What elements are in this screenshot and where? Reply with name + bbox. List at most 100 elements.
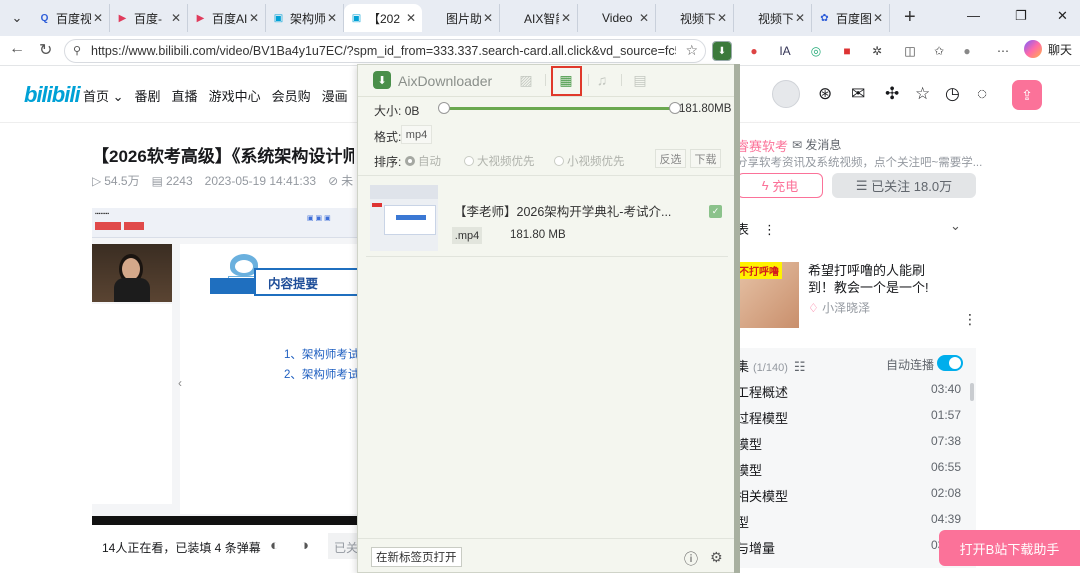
episode-row[interactable]: 与增量03:40 — [736, 538, 961, 557]
tab-close-icon[interactable]: ✕ — [171, 11, 181, 25]
tab-close-icon[interactable]: ✕ — [639, 11, 649, 25]
browser-tab[interactable]: ▣ 【202 ✕ — [344, 4, 422, 32]
size-min-handle[interactable] — [438, 102, 450, 114]
close-window-icon[interactable]: ✕ — [1057, 8, 1068, 24]
favorite-star-icon[interactable]: ☆ — [915, 84, 930, 104]
aixdownloader-extension-icon[interactable]: ⬇ — [712, 41, 732, 61]
tab-close-icon[interactable]: ✕ — [717, 11, 727, 25]
nav-item[interactable]: 会员购 — [272, 86, 311, 105]
media-checkbox[interactable]: ✓ — [709, 205, 722, 218]
image-tab-icon[interactable]: ▨ — [516, 71, 536, 89]
message-mail-icon[interactable]: ✉ — [851, 84, 865, 104]
section-more-icon[interactable]: ⋮ — [763, 222, 776, 237]
favorites-icon[interactable]: ✩ — [930, 42, 948, 60]
browser-tab[interactable]: ▶ 百度AI ✕ — [188, 4, 266, 32]
translate-extension-icon[interactable]: ◎ — [807, 42, 825, 60]
more-menu-icon[interactable]: ⋯ — [994, 42, 1012, 60]
episode-row[interactable]: 模型 06:55 — [736, 460, 961, 479]
browser-tab[interactable]: 图片助 ✕ — [422, 4, 500, 32]
bookmark-star-icon[interactable]: ☆ — [685, 42, 698, 59]
tab-close-icon[interactable]: ✕ — [249, 11, 259, 25]
user-avatar[interactable] — [772, 80, 800, 108]
tab-close-icon[interactable]: ✕ — [93, 11, 103, 25]
episode-row[interactable]: 相关模型 02:08 — [736, 486, 961, 505]
browser-tab[interactable]: ▣ 架构师 ✕ — [266, 4, 344, 32]
tab-close-icon[interactable]: ✕ — [795, 11, 805, 25]
tab-close-icon[interactable]: ✕ — [327, 11, 337, 25]
episode-row[interactable]: 工程概述 03:40 — [736, 382, 961, 401]
copilot-chat-button[interactable]: 聊天 — [1024, 40, 1072, 58]
back-arrow-icon[interactable]: ← — [9, 40, 25, 58]
size-range-slider[interactable] — [443, 107, 675, 110]
refresh-icon[interactable]: ↻ — [39, 40, 52, 60]
nav-item[interactable]: 漫画 — [322, 86, 348, 105]
episode-row[interactable]: 模型 07:38 — [736, 434, 961, 453]
nav-item[interactable]: 游戏中心 — [209, 86, 261, 105]
video-player[interactable]: ▪▪▪▪▪▪▪▪ ▣ ▣ ▣ 内容提要 1、架构师考试 2、架构师考试 ‹ — [92, 208, 362, 525]
nav-item[interactable]: 首页 ⌄ — [83, 86, 124, 105]
followed-button[interactable]: ☰ 已关注 18.0万 — [832, 173, 976, 198]
episode-scrollbar[interactable] — [970, 383, 974, 401]
recommend-author[interactable]: ♢ 小泽晓泽 — [808, 299, 870, 316]
tab-close-icon[interactable]: ✕ — [873, 11, 883, 25]
url-text[interactable]: https://www.bilibili.com/video/BV1Ba4y1u… — [91, 44, 676, 58]
bilibili-logo[interactable]: bilibili — [24, 82, 81, 108]
restore-icon[interactable]: ❐ — [1015, 8, 1027, 24]
browser-tab[interactable]: Video ✕ — [578, 4, 656, 32]
episode-list-icon[interactable]: ☷ — [794, 359, 806, 374]
site-info-icon[interactable]: ⚲ — [73, 44, 81, 57]
browser-tab[interactable]: ✿ 百度图 ✕ — [812, 4, 890, 32]
nav-item[interactable]: 番剧 — [135, 86, 161, 105]
minimize-icon[interactable]: — — [967, 8, 980, 23]
new-tab-plus-icon[interactable]: + — [904, 6, 916, 29]
danmaku-settings-icon[interactable]: ◑ — [300, 537, 309, 554]
danmaku-toggle-icon[interactable]: ◐ — [270, 537, 279, 554]
profile-avatar-icon[interactable]: ● — [958, 42, 976, 60]
history-clock-icon[interactable]: ◷ — [945, 84, 960, 104]
invert-selection-button[interactable]: 反选 — [655, 149, 686, 168]
send-message-link[interactable]: ✉ 发消息 — [792, 136, 841, 153]
section-expand-chevron-icon[interactable]: ⌄ — [950, 218, 961, 234]
browser-tab[interactable]: Q 百度视 ✕ — [32, 4, 110, 32]
nav-item[interactable]: 直播 — [172, 86, 198, 105]
creator-bulb-icon[interactable]: ◌ — [977, 84, 987, 104]
uploader-name[interactable]: 睿赛软考 — [736, 136, 788, 155]
browser-tab[interactable]: 视频下 ✕ — [734, 4, 812, 32]
split-screen-icon[interactable]: ◫ — [901, 42, 919, 60]
ia-extension-icon[interactable]: IA — [776, 42, 794, 60]
media-item[interactable]: 【李老师】2026架构开学典礼-考试介... .mp4 181.80 MB ✓ — [370, 183, 730, 255]
charge-button[interactable]: ϟ 充电 — [737, 173, 823, 198]
recommend-more-icon[interactable]: ⋮ — [963, 311, 977, 328]
episode-row[interactable]: 过程模型 01:57 — [736, 408, 961, 427]
tab-close-icon[interactable]: ✕ — [483, 11, 493, 25]
info-icon[interactable]: ⓘ — [684, 549, 698, 569]
color-extension-icon[interactable]: ● — [745, 42, 763, 60]
browser-tab[interactable]: AIX智能✕ — [500, 4, 578, 32]
open-bili-download-helper-button[interactable]: 打开B站下载助手 — [939, 530, 1080, 566]
sort-auto-radio[interactable]: 自动 — [405, 153, 441, 169]
sort-large-first-radio[interactable]: 大视频优先 — [464, 153, 535, 169]
recommend-thumbnail[interactable]: 不打呼噜 — [736, 262, 799, 328]
settings-gear-icon[interactable]: ⚙ — [710, 549, 723, 566]
tab-close-icon[interactable]: ✕ — [561, 11, 571, 25]
recommend-title[interactable]: 希望打呼噜的人能刷到！教会一个是一个! — [808, 262, 948, 296]
record-extension-icon[interactable]: ■ — [838, 42, 856, 60]
slide-prev-chevron-icon[interactable]: ‹ — [178, 376, 182, 390]
format-select[interactable]: mp4 — [401, 125, 432, 144]
open-in-new-tab-button[interactable]: 在新标签页打开 — [371, 547, 462, 567]
browser-tab[interactable]: 视频下 ✕ — [656, 4, 734, 32]
extensions-puzzle-icon[interactable]: ✲ — [868, 42, 886, 60]
address-bar[interactable]: ⚲ https://www.bilibili.com/video/BV1Ba4y… — [64, 39, 706, 63]
upload-button[interactable]: ⇪ — [1012, 80, 1042, 110]
dynamic-icon[interactable]: ✣ — [885, 84, 899, 104]
tab-actions-chevron-icon[interactable]: ⌄ — [6, 7, 28, 29]
document-tab-icon[interactable]: ▤ — [630, 71, 650, 89]
audio-tab-icon[interactable]: ♫ — [592, 71, 612, 89]
tab-close-icon[interactable]: ✕ — [406, 11, 416, 25]
download-button[interactable]: 下载 — [690, 149, 721, 168]
popup-scrollbar[interactable] — [734, 64, 740, 573]
vip-icon[interactable]: ⊛ — [818, 84, 832, 104]
browser-tab[interactable]: ▶ 百度- ✕ — [110, 4, 188, 32]
episode-row[interactable]: 型 04:39 — [736, 512, 961, 531]
sort-small-first-radio[interactable]: 小视频优先 — [554, 153, 625, 169]
